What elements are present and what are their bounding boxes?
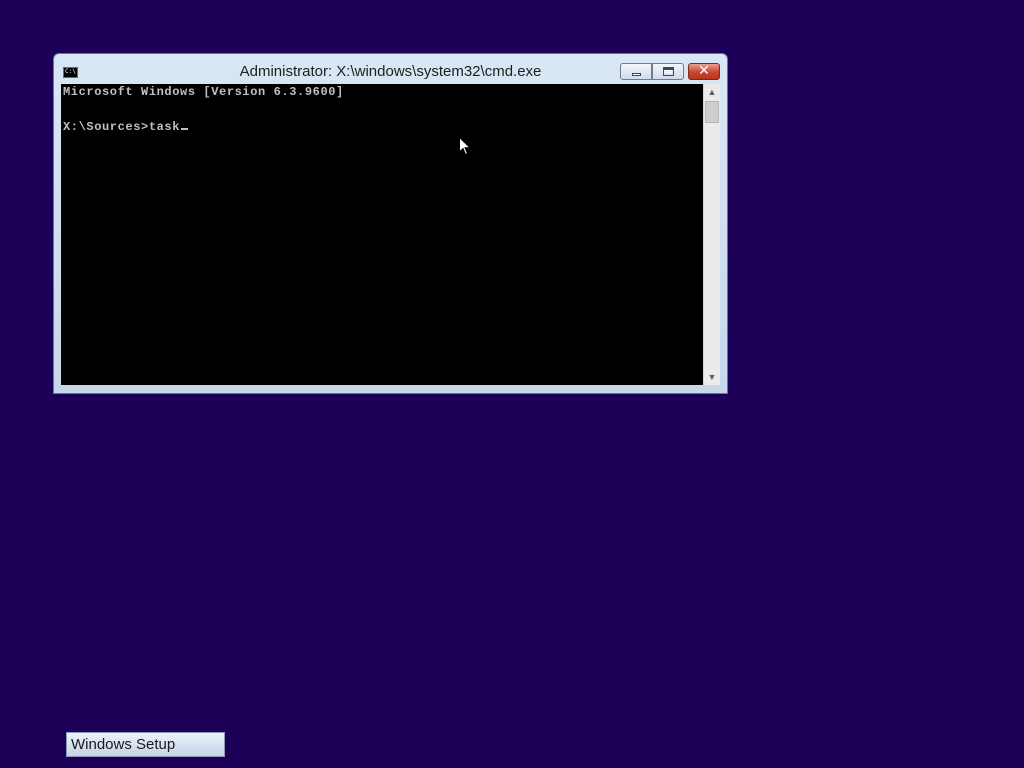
vertical-scrollbar[interactable]: ▲ ▼ — [703, 84, 720, 385]
scroll-up-icon[interactable]: ▲ — [704, 84, 720, 100]
windows-setup-taskbar-button[interactable]: Windows Setup — [66, 732, 225, 757]
cmd-window: Administrator: X:\windows\system32\cmd.e… — [53, 53, 728, 394]
console-prompt-line[interactable]: X:\Sources>task — [63, 120, 189, 134]
maximize-button[interactable] — [652, 63, 684, 80]
minimize-icon — [632, 73, 641, 76]
scrollbar-thumb[interactable] — [705, 101, 719, 123]
prompt-text: X:\Sources>task — [63, 120, 181, 134]
maximize-icon — [663, 67, 674, 76]
console-version-line: Microsoft Windows [Version 6.3.9600] — [63, 85, 344, 99]
minimize-button[interactable] — [620, 63, 652, 80]
console-output[interactable]: Microsoft Windows [Version 6.3.9600] X:\… — [61, 84, 703, 385]
text-cursor — [181, 128, 189, 130]
title-bar[interactable]: Administrator: X:\windows\system32\cmd.e… — [54, 54, 727, 85]
scroll-down-icon[interactable]: ▼ — [704, 369, 720, 385]
mouse-pointer-icon — [459, 137, 471, 156]
close-icon: ✕ — [698, 63, 710, 79]
close-button[interactable]: ✕ — [688, 63, 720, 80]
